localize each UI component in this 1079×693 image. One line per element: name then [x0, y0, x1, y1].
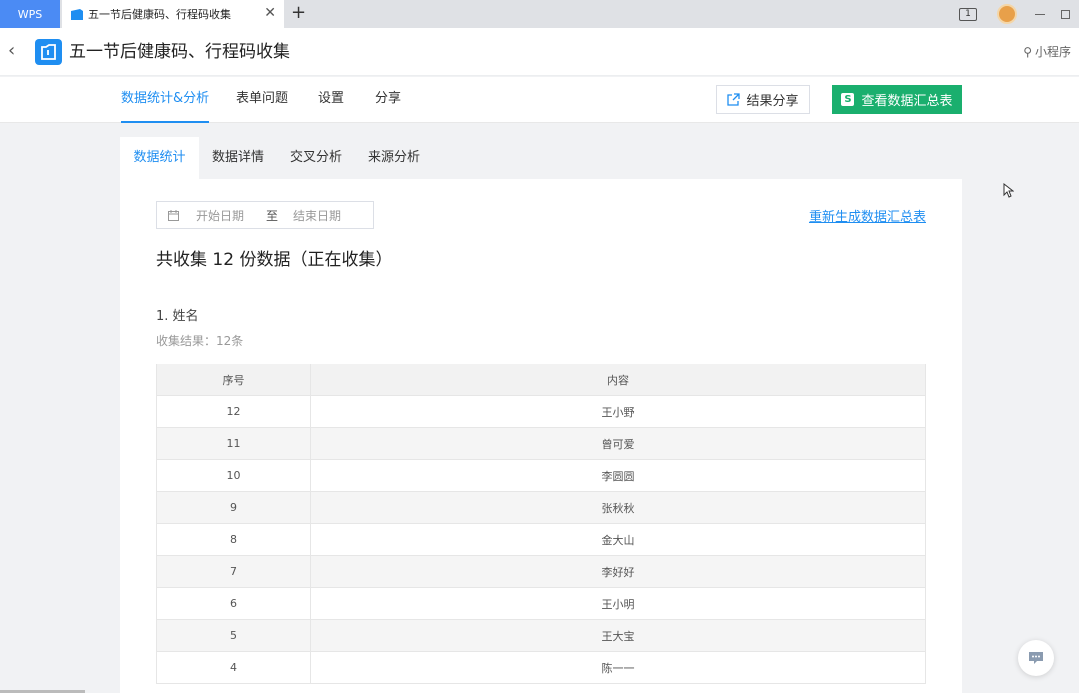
- mouse-cursor-icon: [1003, 183, 1014, 198]
- browser-tab-bar: WPS 五一节后健康码、行程码收集 ✕ + 1: [0, 0, 1079, 28]
- chat-bubble-icon: [1029, 652, 1043, 664]
- row-seq: 11: [157, 428, 311, 459]
- row-content: 王大宝: [601, 629, 635, 643]
- regenerate-summary-link[interactable]: 重新生成数据汇总表: [809, 206, 926, 225]
- table-row: 12 王小野: [157, 396, 925, 428]
- date-separator: 至: [266, 208, 279, 223]
- table-row: 5 王大宝: [157, 620, 925, 652]
- row-content: 陈一一: [601, 661, 635, 675]
- avatar[interactable]: [997, 4, 1017, 24]
- view-summary-button[interactable]: S 查看数据汇总表: [832, 85, 962, 114]
- nav-form-questions[interactable]: 表单问题: [236, 77, 288, 123]
- link-icon: ⚲: [1023, 44, 1032, 59]
- maximize-icon[interactable]: [1061, 9, 1070, 19]
- table-row: 4 陈一一: [157, 652, 925, 684]
- total-count: 共收集 12 份数据（正在收集）: [156, 250, 393, 270]
- row-seq: 7: [157, 556, 311, 587]
- close-tab-icon[interactable]: ✕: [264, 6, 276, 20]
- minimize-icon[interactable]: [1035, 13, 1045, 15]
- table-header-row: 序号 内容: [157, 364, 925, 396]
- row-content: 王小野: [601, 405, 635, 419]
- column-header-seq: 序号: [157, 364, 311, 395]
- window-count-badge[interactable]: 1: [959, 7, 977, 21]
- row-seq: 5: [157, 620, 311, 651]
- content-panel: 开始日期 至 结束日期 重新生成数据汇总表 共收集 12 份数据（正在收集） 1…: [120, 179, 962, 693]
- new-tab-button[interactable]: +: [291, 4, 306, 22]
- date-range-picker[interactable]: 开始日期 至 结束日期: [156, 201, 374, 229]
- tab-data-stats[interactable]: 数据统计: [120, 137, 199, 179]
- row-content: 王小明: [601, 597, 635, 611]
- column-header-content: 内容: [607, 373, 629, 387]
- form-app-icon: [35, 39, 62, 65]
- table-row: 6 王小明: [157, 588, 925, 620]
- page-title: 五一节后健康码、行程码收集: [69, 42, 290, 62]
- back-arrow-icon[interactable]: ‹: [8, 40, 15, 62]
- nav-share[interactable]: 分享: [375, 77, 401, 123]
- mini-program-link[interactable]: ⚲ 小程序: [1023, 43, 1071, 60]
- results-table: 序号 内容 12 王小野 11 曾可爱 10 李圆圆 9 张秋秋 8 金大山 7…: [156, 364, 926, 684]
- row-seq: 8: [157, 524, 311, 555]
- row-seq: 6: [157, 588, 311, 619]
- chat-support-button[interactable]: [1018, 640, 1054, 676]
- row-content: 李圆圆: [601, 469, 635, 483]
- end-date-placeholder[interactable]: 结束日期: [293, 207, 341, 224]
- document-tab[interactable]: 五一节后健康码、行程码收集 ✕: [62, 0, 284, 28]
- view-summary-label: 查看数据汇总表: [861, 94, 953, 109]
- row-content: 李好好: [601, 565, 635, 579]
- table-row: 8 金大山: [157, 524, 925, 556]
- nav-settings[interactable]: 设置: [318, 77, 344, 123]
- tab-cross-analysis[interactable]: 交叉分析: [277, 137, 355, 179]
- row-content: 金大山: [601, 533, 635, 547]
- table-row: 11 曾可爱: [157, 428, 925, 460]
- nav-stats-analysis[interactable]: 数据统计&分析: [121, 77, 210, 123]
- row-seq: 12: [157, 396, 311, 427]
- app-header: ‹ 五一节后健康码、行程码收集 ⚲ 小程序: [0, 28, 1079, 76]
- wps-home-tab[interactable]: WPS: [0, 0, 60, 28]
- share-result-label: 结果分享: [746, 94, 799, 109]
- mini-program-label: 小程序: [1034, 45, 1071, 59]
- form-tab-icon: [71, 8, 83, 20]
- main-nav: 数据统计&分析 表单问题 设置 分享 结果分享 S 查看数据汇总表: [0, 77, 1079, 123]
- start-date-placeholder[interactable]: 开始日期: [196, 207, 244, 224]
- share-icon: [727, 93, 741, 106]
- row-content: 曾可爱: [601, 437, 635, 451]
- tab-data-details[interactable]: 数据详情: [199, 137, 277, 179]
- row-seq: 10: [157, 460, 311, 491]
- row-seq: 9: [157, 492, 311, 523]
- question-title: 1. 姓名: [156, 309, 199, 324]
- table-row: 10 李圆圆: [157, 460, 925, 492]
- tab-source-analysis[interactable]: 来源分析: [355, 137, 433, 179]
- share-result-button[interactable]: 结果分享: [716, 85, 810, 114]
- row-seq: 4: [157, 652, 311, 683]
- document-tab-title: 五一节后健康码、行程码收集: [88, 8, 231, 21]
- calendar-icon: [168, 209, 179, 221]
- table-row: 9 张秋秋: [157, 492, 925, 524]
- spreadsheet-icon: S: [841, 93, 855, 106]
- table-row: 7 李好好: [157, 556, 925, 588]
- question-result-count: 收集结果：12条: [156, 334, 244, 348]
- row-content: 张秋秋: [601, 501, 635, 515]
